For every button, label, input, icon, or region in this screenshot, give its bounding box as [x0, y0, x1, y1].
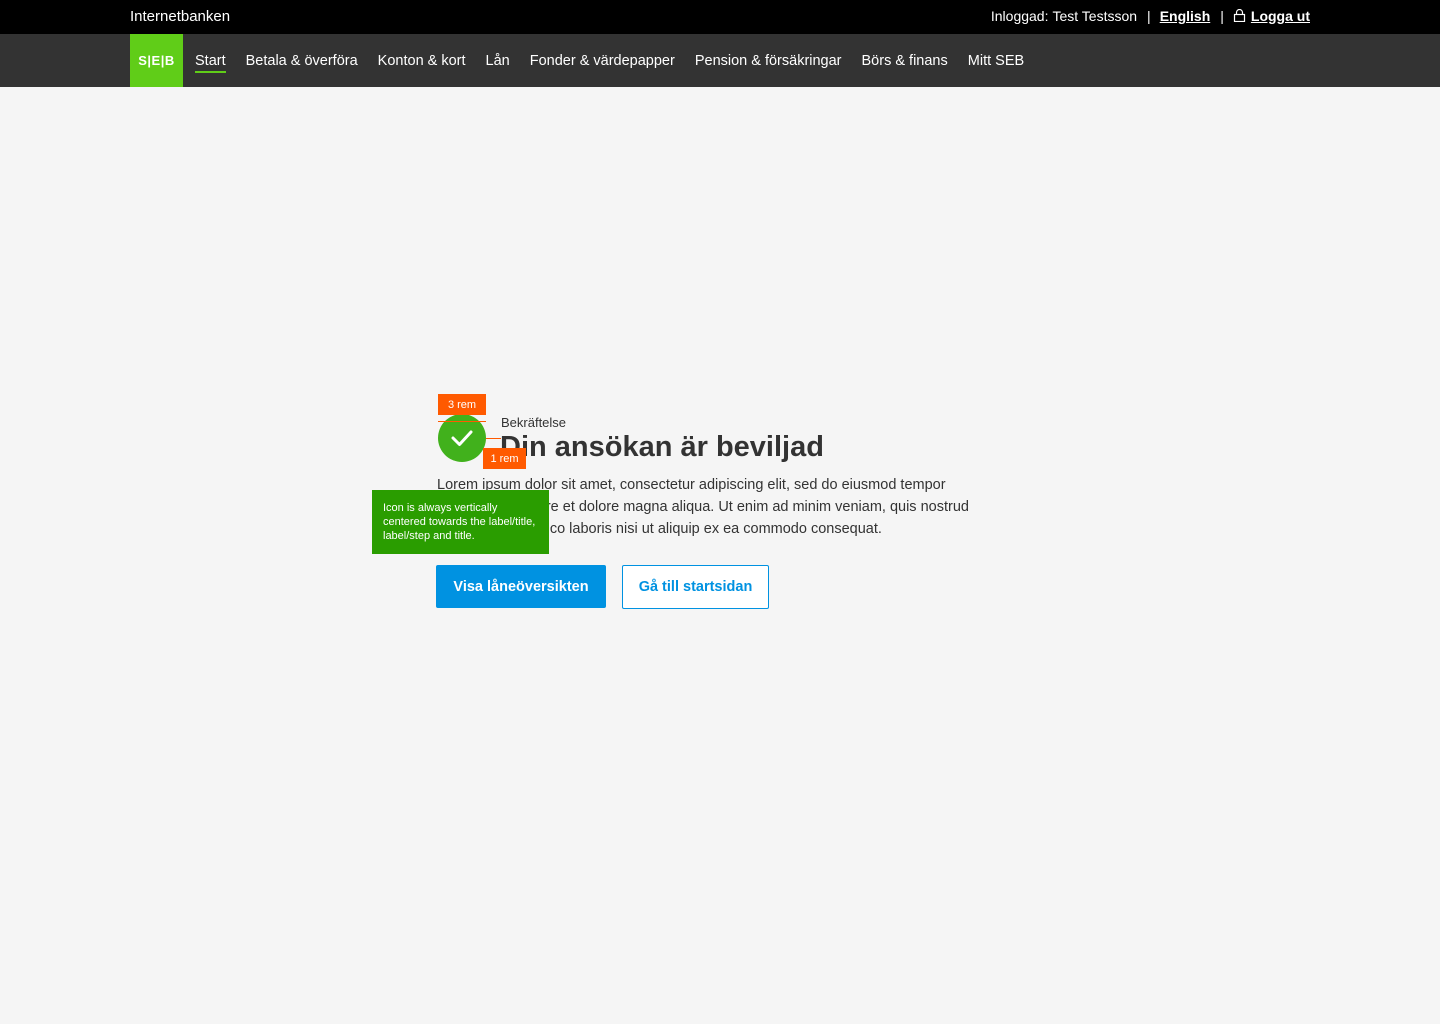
logout-link[interactable]: Logga ut	[1233, 8, 1310, 24]
gap-annotation-line	[486, 438, 501, 439]
nav-item-pension[interactable]: Pension & försäkringar	[695, 53, 842, 69]
nav-item-lan[interactable]: Lån	[486, 53, 510, 69]
lock-icon	[1233, 9, 1245, 22]
checkmark-icon	[451, 430, 473, 446]
annotation-note: Icon is always vertically centered towar…	[372, 490, 549, 554]
nav-item-betala[interactable]: Betala & överföra	[246, 53, 358, 69]
nav-items: Start Betala & överföra Konton & kort Lå…	[195, 34, 1024, 87]
nav-item-fonder[interactable]: Fonder & värdepapper	[530, 53, 675, 69]
main-nav: S|E|B Start Betala & överföra Konton & k…	[0, 34, 1440, 87]
confirmation-label: Bekräftelse	[501, 415, 567, 430]
app-title: Internetbanken	[130, 8, 231, 25]
view-loan-overview-button[interactable]: Visa låneöversikten	[436, 565, 606, 608]
page-title: Din ansökan är beviljad	[500, 431, 824, 463]
size-annotation-tag: 3 rem	[438, 394, 486, 415]
top-bar: Internetbanken Inloggad: Test Testsson |…	[0, 0, 1440, 34]
seb-logo[interactable]: S|E|B	[130, 34, 183, 87]
separator: |	[1147, 8, 1151, 24]
logged-in-label: Inloggad:	[990, 8, 1049, 24]
nav-item-bors[interactable]: Börs & finans	[862, 53, 948, 69]
size-annotation-line	[438, 421, 486, 422]
user-name: Test Testsson	[1052, 8, 1138, 24]
separator: |	[1220, 8, 1224, 24]
logout-label: Logga ut	[1250, 8, 1310, 24]
gap-annotation-tag: 1 rem	[483, 448, 526, 469]
language-link[interactable]: English	[1160, 8, 1211, 24]
nav-item-mitt-seb[interactable]: Mitt SEB	[968, 53, 1024, 69]
go-to-start-button[interactable]: Gå till startsidan	[622, 565, 769, 609]
user-area: Inloggad: Test Testsson | English | Logg…	[991, 8, 1310, 24]
nav-item-konton[interactable]: Konton & kort	[378, 53, 466, 69]
nav-item-start[interactable]: Start	[195, 53, 226, 73]
